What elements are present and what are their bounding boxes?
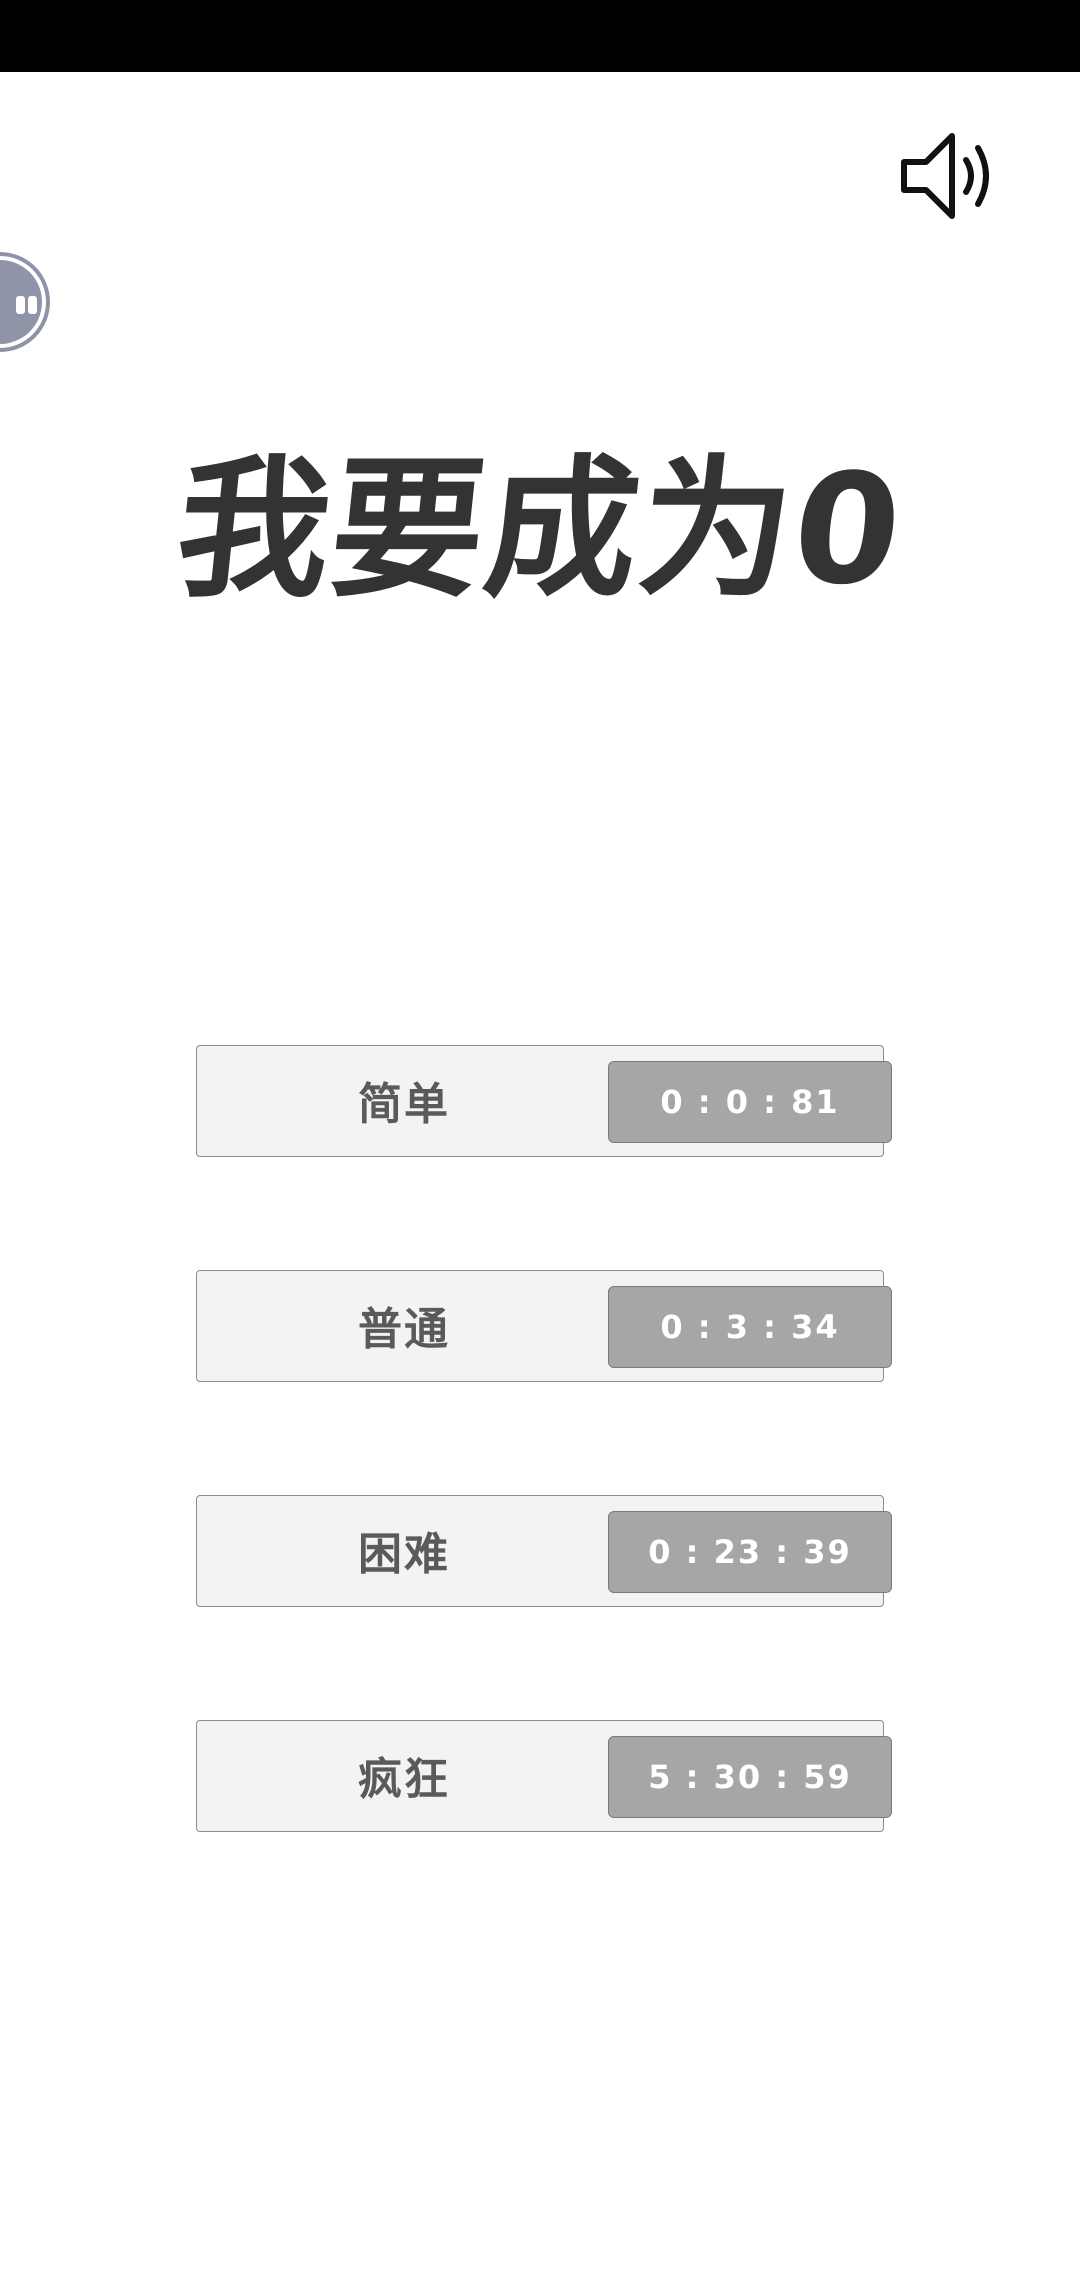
best-time-badge: 0 : 23 : 39 bbox=[608, 1511, 892, 1593]
level-label: 简单 bbox=[358, 1079, 450, 1130]
level-hard-button[interactable]: 困难 0 : 23 : 39 bbox=[196, 1495, 892, 1607]
best-time-badge: 0 : 3 : 34 bbox=[608, 1286, 892, 1368]
floating-assistant-bubble[interactable] bbox=[0, 252, 50, 352]
best-time-badge: 0 : 0 : 81 bbox=[608, 1061, 892, 1143]
level-normal-button[interactable]: 普通 0 : 3 : 34 bbox=[196, 1270, 892, 1382]
level-label: 普通 bbox=[358, 1304, 450, 1355]
level-easy-button[interactable]: 简单 0 : 0 : 81 bbox=[196, 1045, 892, 1157]
level-label: 疯狂 bbox=[358, 1754, 450, 1805]
game-title: 我要成为0 bbox=[168, 441, 912, 618]
level-label: 困难 bbox=[358, 1529, 450, 1580]
level-crazy-button[interactable]: 疯狂 5 : 30 : 59 bbox=[196, 1720, 892, 1832]
speaker-volume-icon bbox=[901, 133, 989, 219]
status-bar bbox=[0, 0, 1080, 72]
assistant-face-icon bbox=[0, 260, 42, 344]
best-time-badge: 5 : 30 : 59 bbox=[608, 1736, 892, 1818]
sound-toggle-button[interactable] bbox=[892, 120, 1004, 232]
